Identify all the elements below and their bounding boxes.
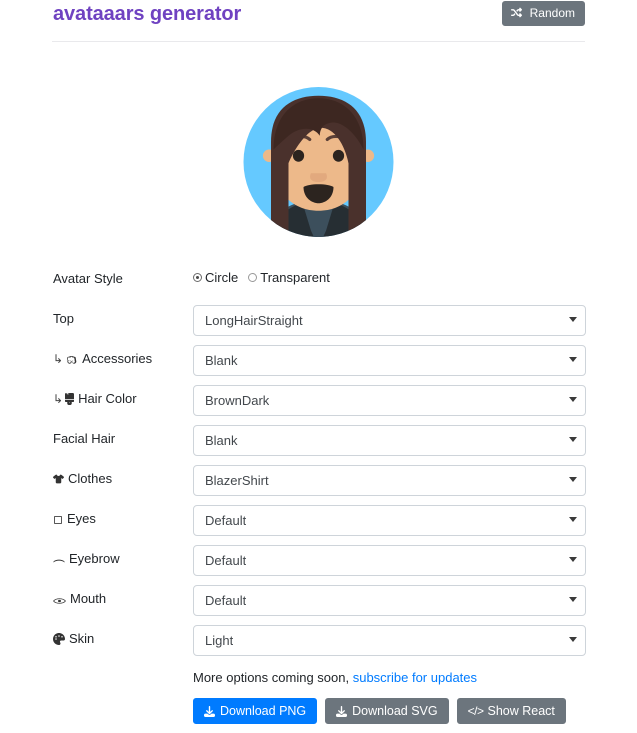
chevron-down-icon [569,397,577,402]
mouth-label: Mouth [53,590,106,609]
sub-item-arrow-icon: ↳ [53,392,64,406]
page-header: avataaars generator Random [0,0,637,42]
eye-square-icon [53,512,63,529]
mouth-select-value: Default [205,593,247,608]
top-label: Top [53,310,74,327]
form-row-hair-color: ↳ Hair Color BrownDark [0,382,637,422]
avatar-style-label: Avatar Style [53,271,123,286]
facial-hair-select-value: Blank [205,433,238,448]
chevron-down-icon [569,477,577,482]
eyebrow-select-value: Default [205,553,247,568]
form-row-avatar-style: Avatar Style Circle Transparent [0,262,637,302]
hair-color-label: ↳ Hair Color [53,390,137,409]
sub-item-arrow-icon: ↳ [53,352,64,366]
palette-icon [53,632,65,649]
tshirt-icon [52,472,65,489]
skin-label: Skin [53,630,94,649]
paint-brush-icon [65,392,75,409]
form-row-eyebrow: Eyebrow Default [0,542,637,582]
options-form: Avatar Style Circle Transparent Top Long… [0,262,637,662]
download-png-button[interactable]: Download PNG [193,698,318,725]
mouth-icon [53,592,66,609]
chevron-down-icon [569,637,577,642]
chevron-down-icon [569,557,577,562]
download-svg-label: Download SVG [352,704,438,718]
download-svg-button[interactable]: Download SVG [325,698,449,725]
top-label-text: Top [53,311,74,326]
chevron-down-icon [569,597,577,602]
glasses-icon [65,352,78,369]
radio-transparent-dot [248,273,258,282]
facial-hair-label-text: Facial Hair [53,431,116,446]
form-row-accessories: ↳ Accessories Blank [0,342,637,382]
accessories-select[interactable]: Blank [193,345,586,376]
avatar-preview [0,52,637,252]
top-select[interactable]: LongHairStraight [193,305,586,336]
radio-transparent-label: Transparent [260,270,330,285]
radio-circle-label: Circle [205,270,239,285]
chevron-down-icon [569,317,577,322]
chevron-down-icon [569,437,577,442]
random-button[interactable]: Random [502,1,585,26]
eyebrow-select[interactable]: Default [193,545,586,576]
radio-transparent[interactable]: Transparent [248,269,330,287]
header-divider [52,41,585,42]
download-icon [204,701,215,725]
page-title: avataaars generator [53,3,242,25]
skin-select[interactable]: Light [193,625,586,656]
chevron-down-icon [569,357,577,362]
mouth-label-text: Mouth [70,591,107,606]
clothes-select-value: BlazerShirt [205,473,269,488]
accessories-select-value: Blank [205,353,238,368]
hair-color-select-value: BrownDark [205,393,270,408]
footer-note-text: More options coming soon, [193,670,350,685]
code-icon: </> [467,704,484,718]
accessories-label-text: Accessories [82,351,153,366]
form-row-eyes: Eyes Default [0,502,637,542]
hair-color-select[interactable]: BrownDark [193,385,586,416]
top-select-value: LongHairStraight [205,313,303,328]
footer-note: More options coming soon, subscribe for … [193,669,477,686]
eyebrow-label-text: Eyebrow [69,551,120,566]
avatar-style-radio-group[interactable]: Circle Transparent [193,269,340,287]
clothes-label-text: Clothes [68,471,113,486]
clothes-label: Clothes [52,470,113,489]
shuffle-icon [511,3,523,26]
form-row-skin: Skin Light [0,622,637,662]
hair-color-label-text: Hair Color [78,391,137,406]
eyes-label-text: Eyes [67,511,96,526]
radio-circle-dot [193,273,202,282]
chevron-down-icon [569,517,577,522]
clothes-select[interactable]: BlazerShirt [193,465,586,496]
eyes-label: Eyes [53,510,96,529]
skin-select-value: Light [205,633,234,648]
facial-hair-label: Facial Hair [53,430,115,447]
download-icon [336,701,348,725]
eyebrow-dash-icon [53,552,65,569]
form-row-clothes: Clothes BlazerShirt [0,462,637,502]
subscribe-link[interactable]: subscribe for updates [353,670,477,685]
download-png-label: Download PNG [220,704,307,718]
show-react-button[interactable]: </> Show React [456,698,566,724]
show-react-label: Show React [487,704,555,718]
action-button-bar: Download PNG Download SVG </> Show React [193,698,574,724]
accessories-label: ↳ Accessories [53,350,152,369]
radio-circle[interactable]: Circle [193,269,238,287]
form-row-mouth: Mouth Default [0,582,637,622]
form-row-facial-hair: Facial Hair Blank [0,422,637,462]
random-button-label: Random [529,6,575,20]
eyes-select[interactable]: Default [193,505,586,536]
eyes-select-value: Default [205,513,247,528]
avatar-image [243,87,394,237]
skin-label-text: Skin [69,631,95,646]
mouth-select[interactable]: Default [193,585,586,616]
form-row-top: Top LongHairStraight [0,302,637,342]
facial-hair-select[interactable]: Blank [193,425,586,456]
eyebrow-label: Eyebrow [53,550,120,569]
